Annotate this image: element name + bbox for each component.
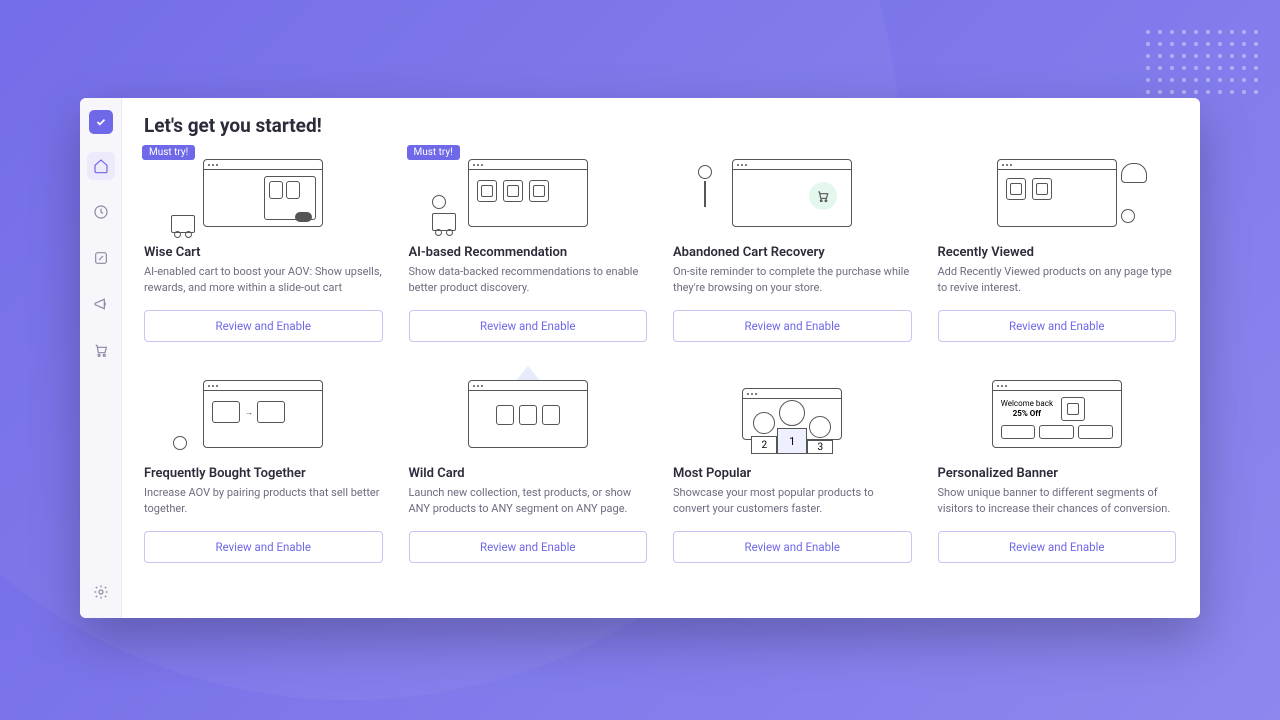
page-title: Let's get you started! [144,114,1176,137]
card-title: Abandoned Cart Recovery [673,245,912,260]
features-grid: Must try! Wise Cart AI-enabled cart to b [144,147,1176,563]
illustration: → [144,368,383,460]
app-logo [89,110,113,134]
sidebar [80,98,122,618]
nav-compass-icon[interactable] [87,244,115,272]
card-title: AI-based Recommendation [409,245,648,260]
card-title: Personalized Banner [938,466,1177,481]
nav-clock-icon[interactable] [87,198,115,226]
decorative-dots [1146,30,1260,96]
card-title: Wise Cart [144,245,383,260]
card-desc: Showcase your most popular products to c… [673,485,912,517]
card-desc: Show unique banner to different segments… [938,485,1177,517]
card-desc: On-site reminder to complete the purchas… [673,264,912,296]
card-desc: Add Recently Viewed products on any page… [938,264,1177,296]
card-title: Most Popular [673,466,912,481]
illustration [144,147,383,239]
card-most-popular: 2 1 3 Most Popular Showcase your most po… [673,368,912,563]
card-frequently-bought: → Frequently Bought Together Increase AO… [144,368,383,563]
illustration [409,147,648,239]
nav-settings-icon[interactable] [87,578,115,606]
review-enable-button[interactable]: Review and Enable [409,310,648,342]
card-desc: Increase AOV by pairing products that se… [144,485,383,517]
illustration [673,147,912,239]
card-title: Frequently Bought Together [144,466,383,481]
card-desc: Show data-backed recommendations to enab… [409,264,648,296]
illustration: Welcome back 25% Off [938,368,1177,460]
card-wild-card: Wild Card Launch new collection, test pr… [409,368,648,563]
nav-cart-icon[interactable] [87,336,115,364]
nav-home-icon[interactable] [87,152,115,180]
review-enable-button[interactable]: Review and Enable [144,310,383,342]
card-desc: Launch new collection, test products, or… [409,485,648,517]
card-personalized-banner: Welcome back 25% Off Personalized Banner [938,368,1177,563]
card-recently-viewed: Recently Viewed Add Recently Viewed prod… [938,147,1177,342]
review-enable-button[interactable]: Review and Enable [673,310,912,342]
must-try-badge: Must try! [142,145,195,160]
card-abandoned-cart: Abandoned Cart Recovery On-site reminder… [673,147,912,342]
review-enable-button[interactable]: Review and Enable [673,531,912,563]
nav-megaphone-icon[interactable] [87,290,115,318]
app-panel: Let's get you started! Must try! [80,98,1200,618]
card-desc: AI-enabled cart to boost your AOV: Show … [144,264,383,296]
review-enable-button[interactable]: Review and Enable [409,531,648,563]
review-enable-button[interactable]: Review and Enable [938,531,1177,563]
review-enable-button[interactable]: Review and Enable [144,531,383,563]
card-ai-recommendation: Must try! AI-based Recommendation Show d… [409,147,648,342]
card-title: Recently Viewed [938,245,1177,260]
banner-line2: 25% Off [1001,409,1053,419]
illustration: 2 1 3 [673,368,912,460]
banner-line1: Welcome back [1001,399,1053,409]
must-try-badge: Must try! [407,145,460,160]
main-content: Let's get you started! Must try! [122,98,1200,618]
review-enable-button[interactable]: Review and Enable [938,310,1177,342]
illustration [409,368,648,460]
card-wise-cart: Must try! Wise Cart AI-enabled cart to b [144,147,383,342]
card-title: Wild Card [409,466,648,481]
illustration [938,147,1177,239]
